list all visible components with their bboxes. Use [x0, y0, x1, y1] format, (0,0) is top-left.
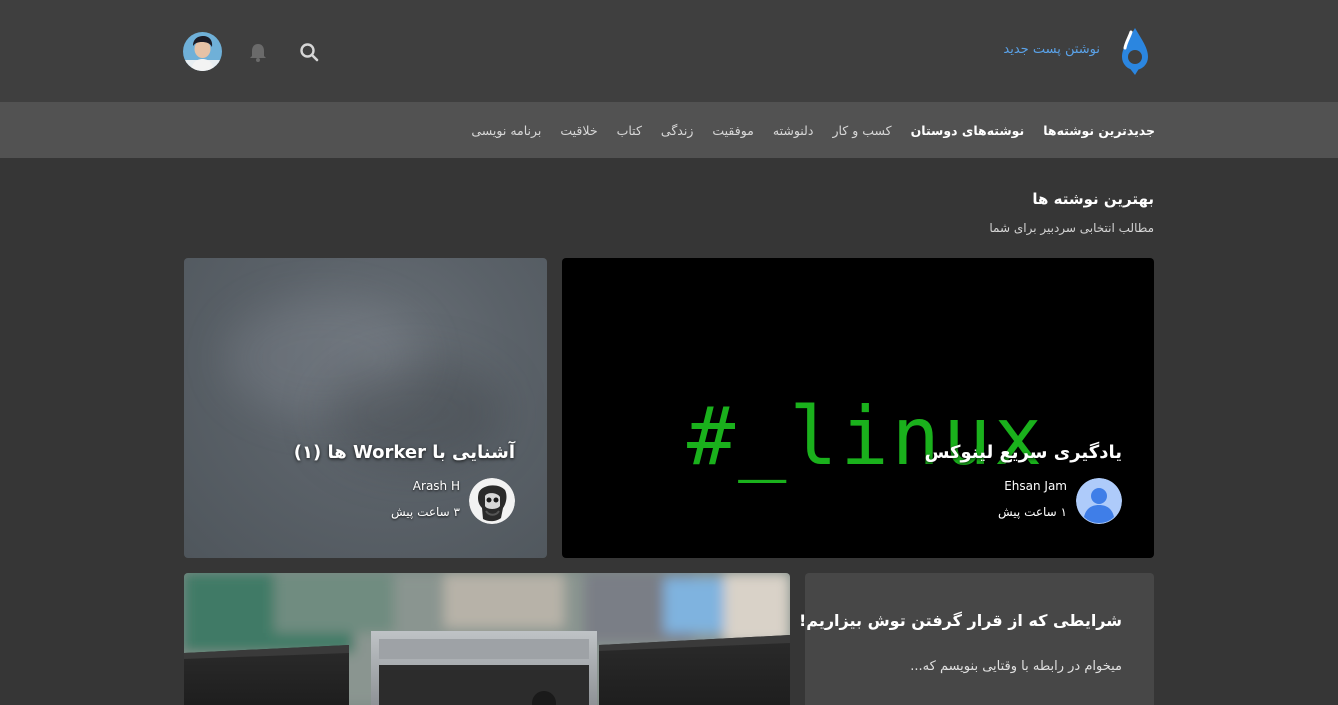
category-item[interactable]: جدیدترین نوشته‌ها: [1043, 123, 1155, 138]
category-item[interactable]: موفقیت: [712, 123, 754, 138]
post-title[interactable]: شرایطی که از قرار گرفتن توش بیزاریم!: [799, 611, 1122, 630]
post-time: ۳ ساعت پیش: [391, 505, 460, 519]
category-item[interactable]: دلنوشته: [773, 123, 814, 138]
post-title[interactable]: آشنایی با Worker ها (۱): [294, 442, 515, 463]
section-title: بهترین نوشته ها: [1032, 190, 1154, 208]
category-list: جدیدترین نوشته‌ها نوشته‌های دوستان کسب و ک…: [471, 102, 1155, 158]
search-icon[interactable]: [298, 41, 320, 63]
author-avatar[interactable]: [1076, 478, 1122, 524]
post-card-worker[interactable]: آشنایی با Worker ها (۱) Arash H ۳ ساعت پ…: [184, 258, 547, 558]
category-item[interactable]: زندگی: [661, 123, 693, 138]
site-header: نوشتن پست جدید: [0, 0, 1338, 102]
category-nav: جدیدترین نوشته‌ها نوشته‌های دوستان کسب و ک…: [0, 102, 1338, 158]
post-image: [184, 573, 790, 705]
category-item[interactable]: کسب و کار: [832, 123, 891, 138]
site-logo-icon[interactable]: [1116, 26, 1154, 76]
category-item[interactable]: کتاب: [617, 123, 642, 138]
post-title[interactable]: یادگیری سریع لینوکس: [925, 442, 1122, 463]
new-post-link[interactable]: نوشتن پست جدید: [1003, 42, 1100, 57]
post-card-text[interactable]: شرایطی که از قرار گرفتن توش بیزاریم! میخ…: [799, 573, 1154, 705]
category-item[interactable]: نوشته‌های دوستان: [911, 123, 1025, 138]
user-avatar[interactable]: [183, 32, 222, 71]
post-author[interactable]: Arash H: [413, 479, 460, 493]
category-item[interactable]: برنامه نویسی: [471, 123, 541, 138]
post-time: ۱ ساعت پیش: [998, 505, 1067, 519]
post-card-linux[interactable]: #_linux یادگیری سریع لینوکس Ehsan Jam ۱ …: [562, 258, 1154, 558]
section-subtitle: مطالب انتخابی سردبیر برای شما: [989, 221, 1154, 235]
category-item[interactable]: خلاقیت: [560, 123, 597, 138]
post-author[interactable]: Ehsan Jam: [1004, 479, 1067, 493]
post-card-photo[interactable]: [184, 573, 790, 705]
post-excerpt: میخوام در رابطه با وقتایی بنویسم که...: [910, 659, 1122, 674]
post-image-text: #_linux: [687, 390, 1046, 483]
author-avatar[interactable]: [469, 478, 515, 524]
bell-icon[interactable]: [248, 41, 268, 63]
